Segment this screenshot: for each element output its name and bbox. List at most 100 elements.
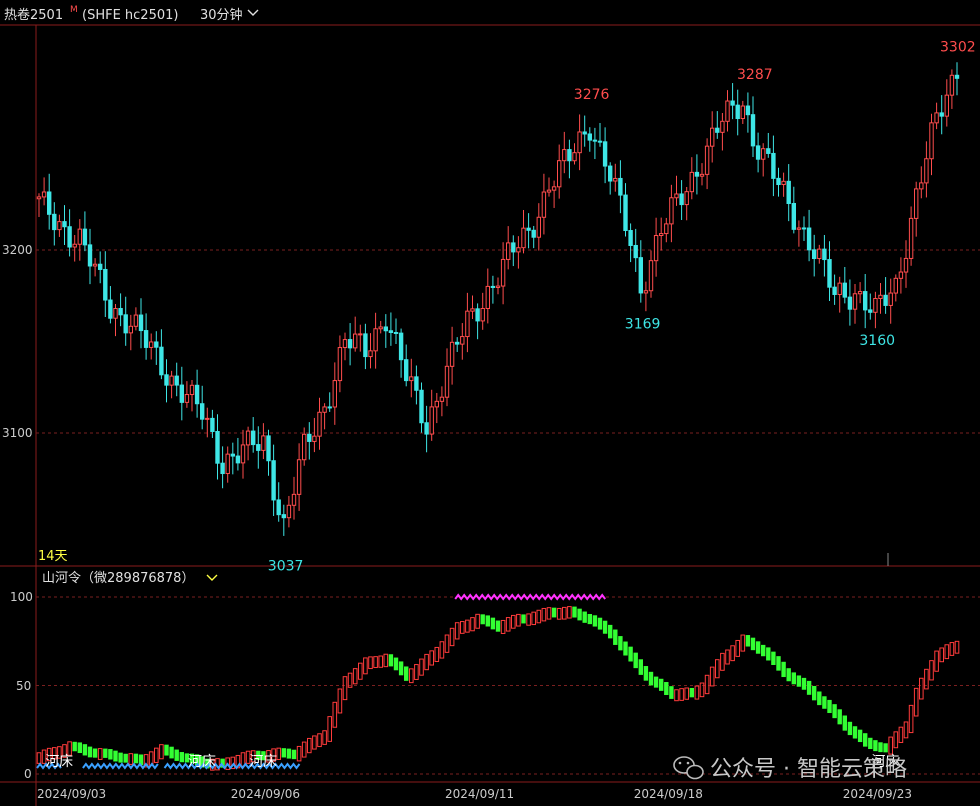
candle-body	[138, 314, 144, 332]
oscillator-bar-body	[577, 608, 582, 621]
candle-body	[745, 105, 751, 116]
candle-body	[72, 243, 77, 248]
candle-body	[934, 112, 939, 124]
candle-body	[883, 294, 888, 306]
oscillator-bar	[837, 709, 842, 725]
candle-body	[424, 422, 429, 435]
candle-body	[302, 433, 307, 461]
candle-body	[664, 223, 669, 235]
candle-body	[368, 350, 373, 358]
candle-body	[449, 341, 455, 367]
candle-body	[827, 259, 832, 288]
candle-body	[388, 330, 394, 333]
indicator-header[interactable]: 山河令（微289876878）	[42, 571, 218, 586]
oscillator-bar	[291, 749, 297, 760]
oscillator-bar	[103, 748, 108, 758]
candle-body	[832, 286, 837, 295]
candle-body	[551, 186, 557, 191]
oscillator-bar-body	[745, 635, 751, 647]
oscillator-bar-body	[103, 748, 108, 758]
oscillator-bar-body	[582, 611, 587, 623]
candle-body	[378, 326, 383, 330]
oscillator-bar	[490, 617, 496, 630]
candle-body	[720, 120, 725, 133]
candle-body	[429, 406, 434, 435]
candle-body	[618, 177, 623, 196]
price-annotation: 3160	[859, 333, 895, 349]
oscillator-bar-body	[608, 624, 613, 639]
y-tick-label: 0	[24, 767, 32, 781]
oscillator-bar-body	[669, 686, 674, 699]
chart-header: 热卷2501 M (SHFE hc2501) 30分钟	[4, 5, 259, 23]
oscillator-bar	[113, 750, 118, 762]
candle-body	[240, 444, 246, 464]
oscillator-bar	[801, 677, 807, 690]
oscillator-bar-body	[164, 744, 169, 756]
oscillator-bar-body	[77, 742, 82, 754]
candle-body	[847, 296, 853, 310]
oscillator-bar-body	[393, 657, 399, 671]
oscillator-bar	[847, 721, 853, 736]
candle-body	[582, 131, 587, 135]
oscillator-bar	[77, 742, 82, 754]
candle-body	[669, 197, 674, 225]
candle-body	[750, 114, 756, 147]
candle-body	[888, 292, 893, 306]
oscillator-bar-body	[750, 637, 756, 651]
main-contract-badge: M	[70, 5, 78, 15]
oscillator-bar-body	[776, 656, 781, 671]
oscillator-bar-body	[664, 682, 669, 696]
oscillator-bar	[118, 752, 123, 763]
period-label[interactable]: 30分钟	[200, 7, 243, 23]
oscillator-bar-body	[771, 651, 776, 666]
candle-body	[296, 459, 302, 495]
candle-body	[149, 341, 154, 348]
oscillator-bar-body	[113, 750, 118, 762]
oscillator-bar	[812, 685, 817, 701]
oscillator-bar-body	[602, 620, 608, 634]
candle-body	[740, 105, 745, 120]
oscillator-bar	[761, 644, 766, 657]
candle-body	[103, 268, 108, 301]
indicator-title[interactable]: 山河令（微289876878）	[42, 571, 194, 586]
oscillator-bar-body	[404, 666, 409, 681]
candle-body	[903, 257, 909, 273]
oscillator-bar-body	[291, 749, 297, 760]
oscillator-bar	[878, 742, 883, 753]
candle-body	[393, 331, 399, 334]
candle-body	[531, 229, 536, 238]
candle-body	[643, 290, 649, 294]
candle-body	[307, 433, 312, 442]
candle-body	[409, 376, 414, 382]
candle-body	[715, 127, 720, 133]
oscillator-bar-body	[587, 613, 592, 625]
oscillator-bar-body	[174, 749, 179, 761]
candle-body	[133, 314, 139, 327]
oscillator-bar-body	[766, 647, 771, 661]
candle-body	[613, 177, 618, 182]
candle-body	[857, 291, 863, 295]
candle-body	[373, 328, 378, 352]
candle-body	[796, 227, 802, 230]
oscillator-bar	[638, 659, 643, 675]
candle-body	[470, 308, 475, 312]
price-annotation: 3169	[625, 317, 661, 333]
candle-body	[174, 375, 179, 386]
oscillator-bar	[648, 671, 654, 686]
oscillator-bar-body	[633, 652, 638, 669]
candle-body	[404, 359, 409, 382]
oscillator-bar	[669, 686, 674, 699]
oscillator-bar	[495, 620, 501, 632]
oscillator-bar-body	[490, 617, 496, 630]
candle-body	[434, 400, 440, 408]
oscillator-bar-body	[133, 753, 139, 764]
candle-body	[766, 148, 771, 154]
candle-body	[608, 165, 613, 182]
oscillator-bar-body	[286, 748, 292, 759]
candle-body	[572, 152, 577, 162]
candle-body	[597, 140, 603, 143]
oscillator-bar-body	[643, 666, 649, 681]
oscillator-bar	[755, 641, 761, 654]
candle-body	[924, 158, 929, 184]
candle-body	[57, 221, 62, 231]
